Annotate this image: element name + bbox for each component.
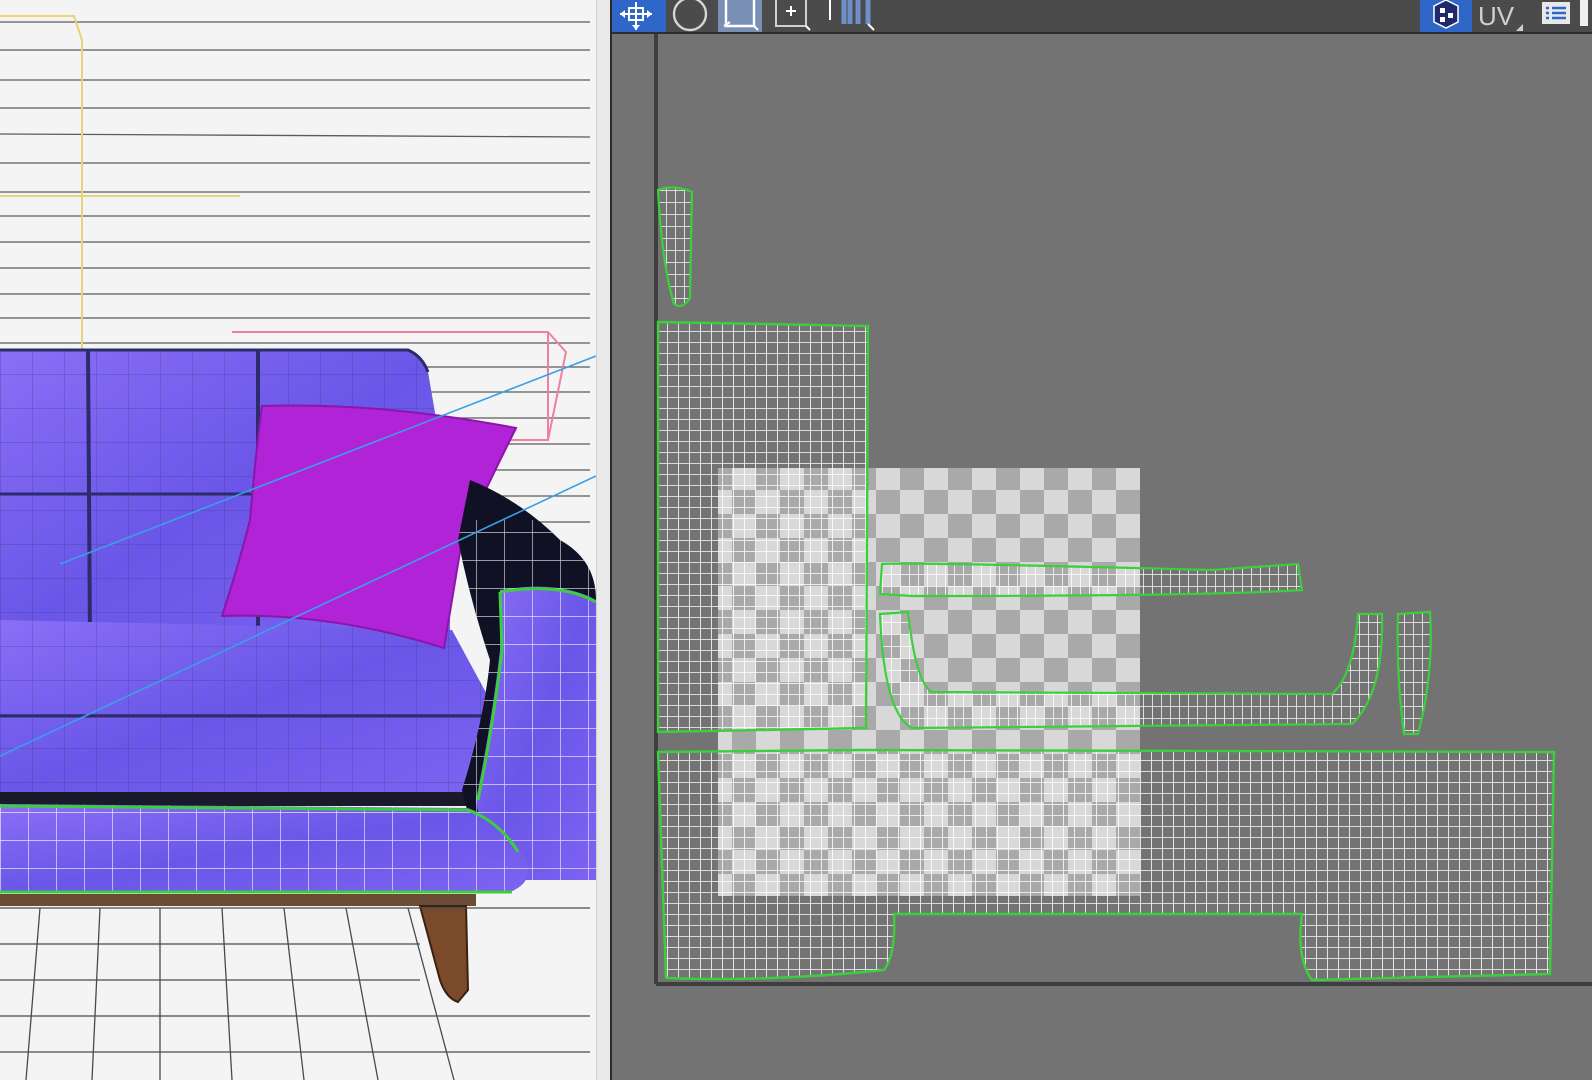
- uv-canvas[interactable]: [612, 34, 1592, 1080]
- perspective-viewport[interactable]: [0, 0, 596, 1080]
- scale-icon: [718, 0, 762, 32]
- checker-cube-icon: [1433, 0, 1459, 29]
- sofa-seat: [0, 620, 490, 806]
- sofa-leg: [418, 905, 470, 1004]
- rotate-icon: [672, 0, 708, 32]
- freeform-icon: [775, 0, 811, 31]
- uv-mode-dropdown[interactable]: UV: [1478, 0, 1534, 32]
- uv-shell: [656, 748, 1556, 982]
- uv-shell: [656, 320, 870, 734]
- dropdown-corner-icon: [1516, 24, 1523, 31]
- list-options-button[interactable]: [1538, 0, 1574, 32]
- list-icon: [1542, 2, 1570, 24]
- sofa-base: [0, 804, 528, 906]
- viewport-scene: [0, 15, 596, 1080]
- move-icon: [620, 2, 652, 30]
- uv-shell: [656, 186, 694, 308]
- floor-grid: [0, 907, 590, 1080]
- viewport-splitter[interactable]: [596, 0, 612, 1080]
- uv-shells: [656, 186, 1556, 982]
- mirror-tool-button[interactable]: [820, 0, 890, 32]
- uv-mode-label: UV: [1478, 1, 1515, 31]
- uv-shell: [1396, 610, 1432, 736]
- checker-display-button[interactable]: [1420, 0, 1472, 32]
- freeform-tool-button[interactable]: [768, 0, 816, 32]
- rotate-tool-button[interactable]: [668, 0, 712, 32]
- mirror-icon: [829, 0, 875, 31]
- uv-shell: [878, 562, 1304, 598]
- panel-edge-icon: [1580, 0, 1588, 26]
- uv-editor-panel: UV: [612, 0, 1592, 1080]
- move-tool-button[interactable]: [612, 0, 666, 32]
- panel-edge-button[interactable]: [1576, 0, 1592, 32]
- uv-toolbar: UV: [612, 0, 1592, 34]
- scale-tool-button[interactable]: [716, 0, 764, 32]
